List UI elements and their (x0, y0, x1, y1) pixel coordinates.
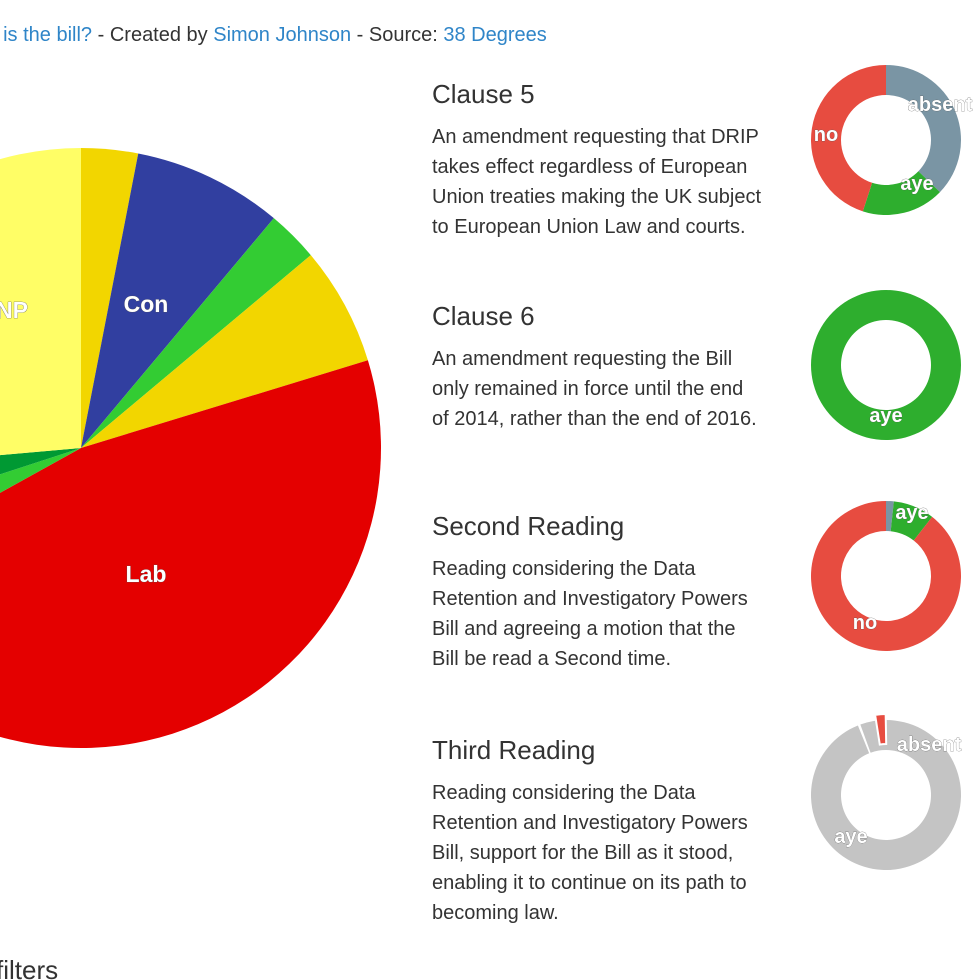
vote-title: Second Reading (432, 511, 625, 541)
party-pie-container: NP Con Lab (0, 0, 400, 770)
vote-title: Third Reading (432, 735, 596, 765)
donut-segment[interactable] (811, 501, 961, 651)
page: t is the bill? - Created by Simon Johnso… (0, 0, 980, 980)
party-pie-slices[interactable] (0, 148, 381, 748)
vote-donut-clause-6[interactable]: aye (805, 283, 975, 443)
vote-item-clause-6: Clause 6 An amendment requesting the Bil… (432, 300, 762, 434)
vote-item-second-reading: Second Reading Reading considering the D… (432, 510, 762, 674)
donut-label-aye: aye (900, 173, 933, 195)
donut-label-no: no (814, 124, 838, 146)
donut-label-aye: aye (834, 826, 867, 848)
vote-donut-third-reading[interactable]: absent aye (805, 713, 975, 873)
donut-label-aye: aye (895, 502, 928, 524)
donut-segments[interactable] (811, 501, 961, 651)
vote-donut-clause-5[interactable]: absent no aye (805, 58, 975, 218)
pie-label-con: Con (124, 291, 169, 317)
vote-title: Clause 6 (432, 301, 535, 331)
donut-label-absent: absent (908, 94, 973, 116)
source-link[interactable]: 38 Degrees (443, 24, 546, 46)
vote-item-clause-5: Clause 5 An amendment requesting that DR… (432, 78, 762, 242)
vote-description: An amendment requesting that DRIP takes … (432, 126, 762, 238)
vote-description: Reading considering the Data Retention a… (432, 558, 748, 670)
vote-description: An amendment requesting the Bill only re… (432, 348, 757, 430)
party-pie-chart[interactable]: NP Con Lab (0, 0, 400, 770)
donut-label-no: no (853, 612, 877, 634)
filters-heading: filters (0, 955, 59, 980)
donut-label-absent: absent (897, 734, 962, 756)
vote-description: Reading considering the Data Retention a… (432, 782, 748, 924)
donut-label-aye: aye (869, 405, 902, 427)
vote-item-third-reading: Third Reading Reading considering the Da… (432, 734, 762, 928)
pie-label-lab: Lab (126, 561, 167, 587)
vote-donut-second-reading[interactable]: aye no (805, 494, 975, 654)
pie-label-snp: NP (0, 297, 28, 323)
vote-title: Clause 5 (432, 79, 535, 109)
